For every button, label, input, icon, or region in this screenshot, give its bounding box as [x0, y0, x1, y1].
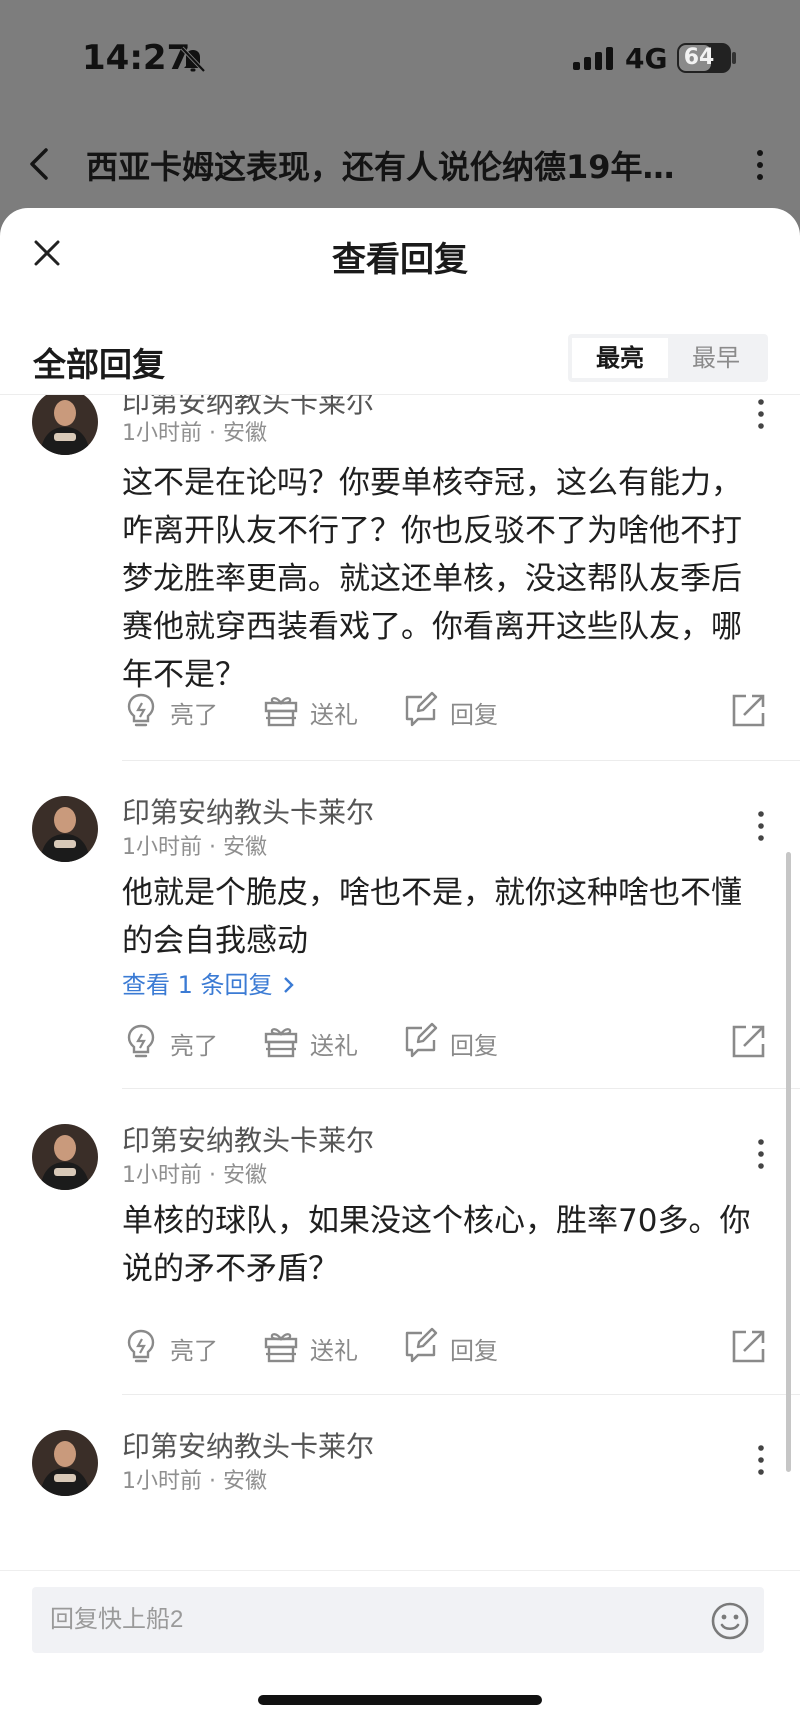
- gift-button[interactable]: 送礼: [262, 687, 372, 733]
- emoji-icon[interactable]: [710, 1601, 750, 1641]
- edit-icon: [405, 1022, 438, 1058]
- chevron-right-icon: [283, 977, 294, 993]
- reply-label: 回复: [450, 1032, 498, 1060]
- light-label: 亮了: [170, 1337, 218, 1365]
- battery-nub: [732, 52, 736, 64]
- edit-icon: [405, 1327, 438, 1363]
- light-button[interactable]: 亮了: [122, 687, 232, 733]
- sheet-title: 查看回复: [332, 240, 468, 280]
- gift-icon: [264, 1333, 298, 1363]
- comment-meta: 1小时前 · 安徽: [122, 421, 267, 446]
- more-icon[interactable]: [754, 1443, 768, 1477]
- post-title: 西亚卡姆这表现，还有人说伦纳德19年…: [86, 148, 675, 186]
- share-icon[interactable]: [730, 1022, 768, 1060]
- view-replies-label: 查看 1 条回复: [122, 971, 273, 999]
- comment-meta: 1小时前 · 安徽: [122, 835, 267, 860]
- comment-list: 印第安纳教头卡莱尔 1小时前 · 安徽 这不是在论吗？你要单核夺冠，这么有能力，…: [0, 395, 800, 1578]
- comment-item: 印第安纳教头卡莱尔 1小时前 · 安徽 他就是个脆皮，啥也不是，就你这种啥也不懂…: [0, 761, 800, 1089]
- battery-icon: 64: [677, 43, 731, 73]
- light-label: 亮了: [170, 1032, 218, 1060]
- more-icon[interactable]: [754, 397, 768, 431]
- battery-level: 64: [683, 45, 715, 70]
- gift-label: 送礼: [310, 701, 358, 729]
- user-name[interactable]: 印第安纳教头卡莱尔: [122, 1425, 374, 1465]
- signal-icon: [573, 47, 613, 70]
- share-icon[interactable]: [730, 691, 768, 729]
- lightbulb-icon: [127, 693, 155, 727]
- comment-item: 印第安纳教头卡莱尔 1小时前 · 安徽 这不是在论吗？你要单核夺冠，这么有能力，…: [0, 395, 800, 761]
- comment-actions: 亮了 送礼 回复: [122, 1323, 768, 1369]
- gift-button[interactable]: 送礼: [262, 1323, 372, 1369]
- home-indicator: [258, 1695, 542, 1705]
- light-button[interactable]: 亮了: [122, 1323, 232, 1369]
- section-bar: 全部回复 最亮 最早: [0, 318, 800, 388]
- more-icon[interactable]: [754, 1137, 768, 1171]
- reply-label: 回复: [450, 701, 498, 729]
- lightbulb-icon: [127, 1024, 155, 1058]
- avatar[interactable]: [32, 796, 98, 862]
- reply-sheet: 查看回复 全部回复 最亮 最早 印第安纳教头卡莱尔 1小时前 · 安徽 这不是在…: [0, 208, 800, 1734]
- avatar[interactable]: [32, 1124, 98, 1190]
- network-label: 4G: [625, 42, 668, 75]
- scrollbar[interactable]: [786, 852, 791, 1472]
- reply-button[interactable]: 回复: [402, 1323, 512, 1369]
- view-replies-link[interactable]: 查看 1 条回复: [122, 965, 295, 1000]
- gift-icon: [264, 697, 298, 727]
- lightbulb-icon: [127, 1329, 155, 1363]
- gift-label: 送礼: [310, 1337, 358, 1365]
- reply-button[interactable]: 回复: [402, 687, 512, 733]
- nav-bar: 西亚卡姆这表现，还有人说伦纳德19年…: [0, 120, 800, 210]
- comment-meta: 1小时前 · 安徽: [122, 1469, 267, 1494]
- edit-icon: [405, 691, 438, 727]
- status-bar: 14:27 4G 64: [0, 0, 800, 120]
- comment-item: 印第安纳教头卡莱尔 1小时前 · 安徽 单核的球队，如果没这个核心，胜率70多。…: [0, 1089, 800, 1395]
- light-label: 亮了: [170, 701, 218, 729]
- user-name[interactable]: 印第安纳教头卡莱尔: [122, 791, 374, 831]
- comment-meta: 1小时前 · 安徽: [122, 1163, 267, 1188]
- comment-text: 单核的球队，如果没这个核心，胜率70多。你说的矛不矛盾？: [122, 1203, 751, 1287]
- comment-text: 他就是个脆皮，啥也不是，就你这种啥也不懂的会自我感动: [122, 875, 742, 959]
- sheet-header: 查看回复: [0, 208, 800, 296]
- gift-label: 送礼: [310, 1032, 358, 1060]
- share-icon[interactable]: [730, 1327, 768, 1365]
- sort-option-hottest[interactable]: 最亮: [572, 338, 668, 378]
- sort-toggle: 最亮 最早: [568, 334, 768, 382]
- bell-muted-icon: [180, 46, 206, 73]
- status-time: 14:27: [82, 38, 191, 78]
- avatar[interactable]: [32, 1430, 98, 1496]
- gift-icon: [264, 1028, 298, 1058]
- reply-input-area: [0, 1570, 800, 1734]
- more-icon[interactable]: [754, 809, 768, 843]
- sort-option-earliest[interactable]: 最早: [668, 338, 764, 378]
- reply-input[interactable]: [32, 1587, 764, 1653]
- user-name[interactable]: 印第安纳教头卡莱尔: [122, 1119, 374, 1159]
- back-icon[interactable]: [26, 146, 54, 182]
- gift-button[interactable]: 送礼: [262, 1018, 372, 1064]
- comment-actions: 亮了 送礼 回复: [122, 1018, 768, 1064]
- light-button[interactable]: 亮了: [122, 1018, 232, 1064]
- avatar[interactable]: [32, 395, 98, 455]
- comment-text: 这不是在论吗？你要单核夺冠，这么有能力，咋离开队友不行了？你也反驳不了为啥他不打…: [122, 465, 742, 693]
- section-title: 全部回复: [33, 345, 165, 384]
- reply-button[interactable]: 回复: [402, 1018, 512, 1064]
- reply-label: 回复: [450, 1337, 498, 1365]
- comment-item: 印第安纳教头卡莱尔 1小时前 · 安徽: [0, 1395, 800, 1578]
- more-icon[interactable]: [752, 148, 768, 182]
- comment-actions: 亮了 送礼 回复: [122, 687, 768, 733]
